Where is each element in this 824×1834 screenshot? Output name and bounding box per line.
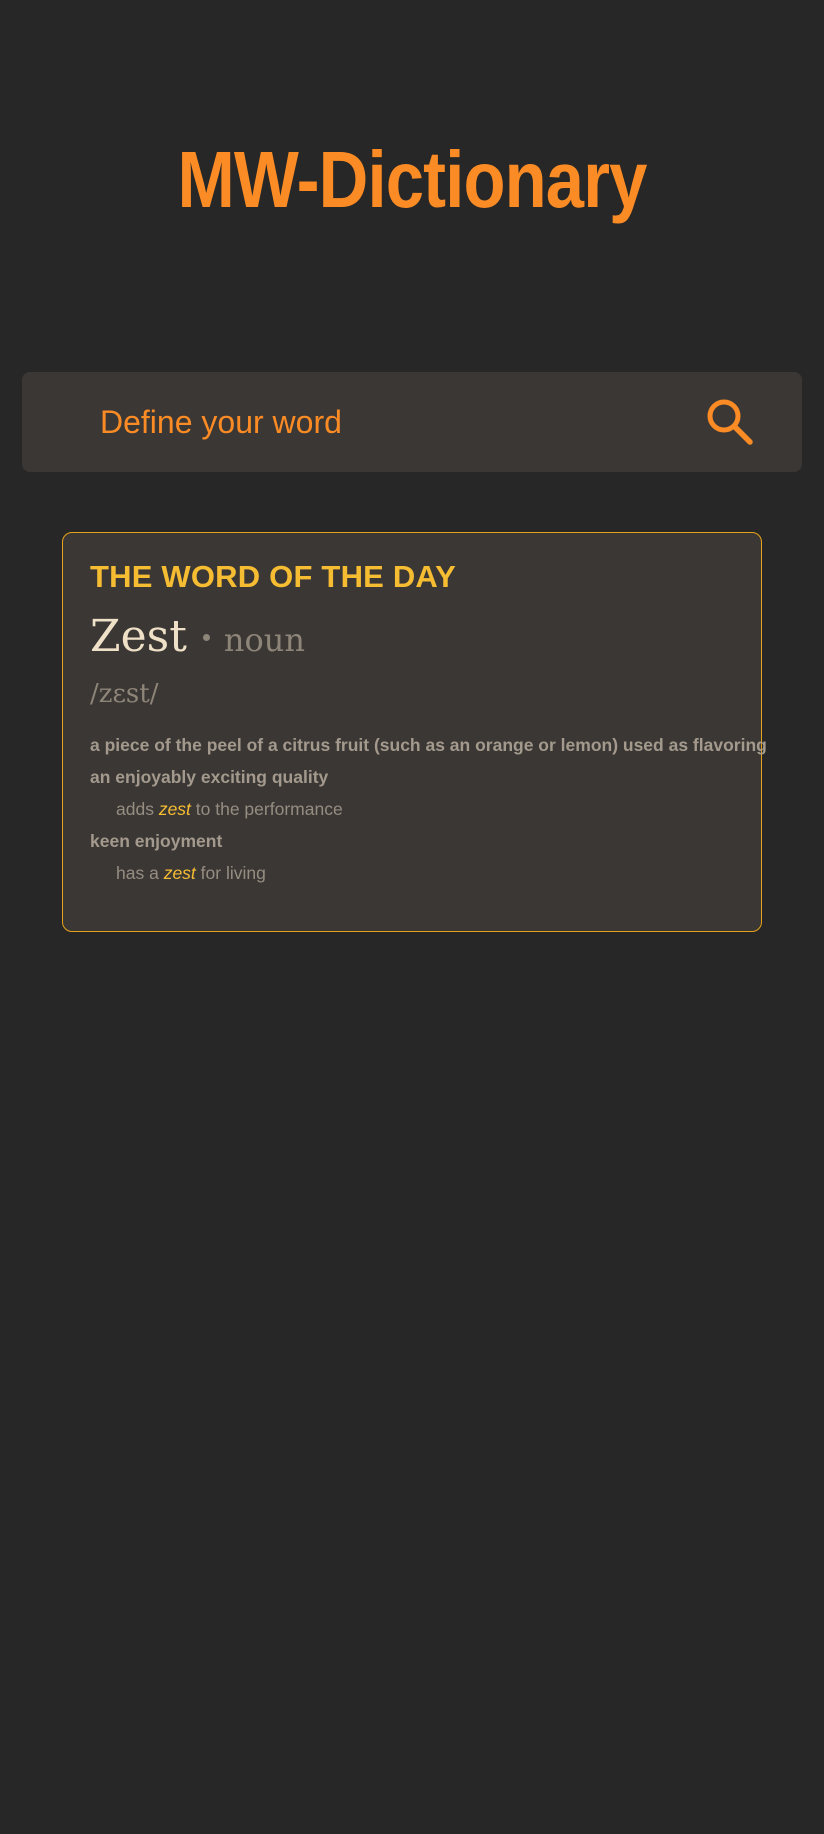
usage-example: has a zest for living — [90, 857, 760, 889]
example-text: to the performance — [190, 799, 343, 819]
search-icon — [707, 399, 753, 445]
definition-list: a piece of the peel of a citrus fruit (s… — [90, 729, 767, 889]
part-of-speech: noun — [223, 621, 305, 659]
example-text: adds — [116, 799, 159, 819]
search-input[interactable] — [100, 372, 660, 472]
word-of-the-day-heading: THE WORD OF THE DAY — [90, 559, 457, 594]
example-text: has a — [116, 863, 164, 883]
pronunciation: /zɛst/ — [90, 679, 159, 709]
definition-item: an enjoyably exciting quality — [90, 767, 329, 787]
example-text: for living — [195, 863, 266, 883]
word-of-the-day-card: THE WORD OF THE DAY Zest noun /zɛst/ a p… — [62, 532, 767, 932]
definition-item: a piece of the peel of a citrus fruit (s… — [90, 735, 767, 755]
word-title: Zest — [90, 611, 187, 662]
usage-example: adds zest to the performance — [90, 793, 760, 825]
example-highlight: zest — [158, 799, 191, 819]
search-button[interactable] — [706, 398, 754, 446]
separator-dot — [202, 634, 210, 641]
definition-item: keen enjoyment — [90, 831, 223, 851]
search-bar — [22, 372, 802, 472]
app-title: MW-Dictionary — [177, 135, 647, 224]
word-row: Zest noun — [90, 611, 305, 662]
example-highlight: zest — [163, 863, 196, 883]
